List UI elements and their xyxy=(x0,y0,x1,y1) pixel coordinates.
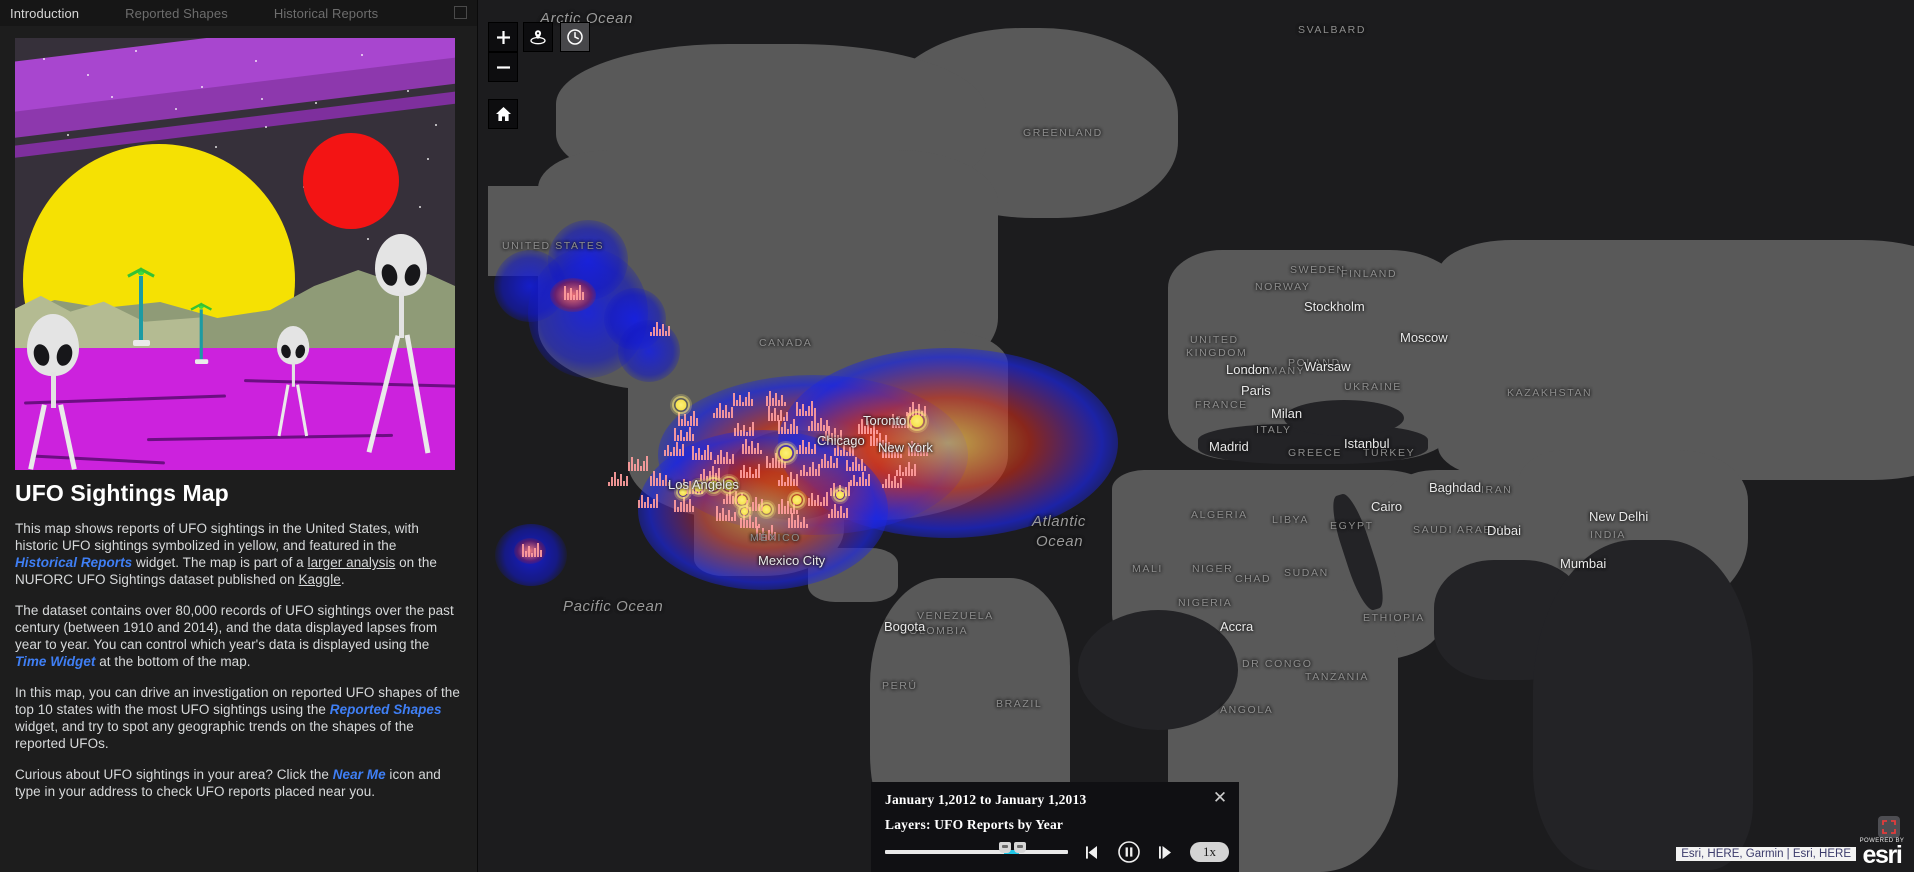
playback-speed-button[interactable]: 1x xyxy=(1190,842,1229,862)
star xyxy=(435,124,437,126)
time-range-label: January 1,2012 to January 1,2013 xyxy=(885,792,1087,807)
sidebar-panel: Introduction Reported Shapes Historical … xyxy=(0,0,478,872)
star xyxy=(361,54,363,56)
paragraph-text: The dataset contains over 80,000 records… xyxy=(15,603,454,652)
paragraph-text: widget. The map is part of a xyxy=(132,555,308,570)
tab-reported-shapes[interactable]: Reported Shapes xyxy=(125,6,228,21)
esri-logo[interactable]: POWERED BY esri xyxy=(1858,838,1906,869)
star xyxy=(265,126,267,128)
attribution-text[interactable]: Esri, HERE, Garmin | Esri, HERE xyxy=(1676,847,1856,861)
home-icon xyxy=(495,107,511,121)
time-controls: 1x xyxy=(885,840,1229,864)
star xyxy=(111,96,113,98)
star xyxy=(367,238,369,240)
minus-icon xyxy=(496,65,510,69)
inline-link[interactable]: Kaggle xyxy=(298,572,340,587)
paragraph-text: . xyxy=(340,572,345,587)
next-button[interactable] xyxy=(1157,845,1174,860)
time-slider-handle-end[interactable] xyxy=(1014,842,1026,853)
basemap-landmasses xyxy=(478,0,1914,872)
star xyxy=(427,158,429,160)
zoom-out-button[interactable] xyxy=(488,52,518,82)
page-title: UFO Sightings Map xyxy=(15,480,229,506)
near-me-button[interactable] xyxy=(523,22,553,52)
play-pause-button[interactable] xyxy=(1117,840,1141,864)
map-canvas[interactable]: Arctic Ocean Pacific Ocean Atlantic Ocean SV… xyxy=(478,0,1914,872)
time-slider-handle-start[interactable] xyxy=(999,842,1012,853)
previous-button[interactable] xyxy=(1084,845,1101,860)
step-forward-icon xyxy=(1159,845,1171,859)
alien-landscape-illustration xyxy=(15,38,455,470)
red-moon xyxy=(303,133,399,229)
star xyxy=(315,102,317,104)
time-slider[interactable] xyxy=(885,842,1068,862)
intro-paragraph: Curious about UFO sightings in your area… xyxy=(15,766,462,800)
star xyxy=(407,90,409,92)
time-widget[interactable]: January 1,2012 to January 1,2013 Layers:… xyxy=(871,782,1239,872)
inline-link[interactable]: Time Widget xyxy=(15,654,95,669)
time-button[interactable] xyxy=(560,22,590,52)
time-layers-label: Layers: UFO Reports by Year xyxy=(885,817,1064,832)
star xyxy=(43,58,45,60)
clock-icon xyxy=(567,29,583,45)
star xyxy=(419,206,421,208)
esri-wordmark: esri xyxy=(1862,841,1903,869)
paragraph-text: widget, and try to spot any geographic t… xyxy=(15,719,414,751)
tab-bar: Introduction Reported Shapes Historical … xyxy=(0,0,477,26)
inline-link[interactable]: Reported Shapes xyxy=(330,702,442,717)
fullscreen-icon[interactable] xyxy=(1878,816,1900,838)
location-pin-icon xyxy=(530,30,546,45)
star xyxy=(135,50,137,52)
panel-collapse-icon[interactable] xyxy=(454,6,467,19)
star xyxy=(87,74,89,76)
paragraph-text: Curious about UFO sightings in your area… xyxy=(15,767,333,782)
star xyxy=(67,134,69,136)
ufo-sightings-app: Introduction Reported Shapes Historical … xyxy=(0,0,1914,872)
tab-historical-reports[interactable]: Historical Reports xyxy=(274,6,378,21)
intro-paragraph: The dataset contains over 80,000 records… xyxy=(15,602,462,670)
step-backward-icon xyxy=(1086,845,1097,859)
plus-icon xyxy=(496,30,510,44)
inline-link[interactable]: Historical Reports xyxy=(15,555,132,570)
paragraph-text: This map shows reports of UFO sightings … xyxy=(15,521,419,553)
home-button[interactable] xyxy=(488,99,518,129)
star xyxy=(255,60,257,62)
intro-paragraph: This map shows reports of UFO sightings … xyxy=(15,520,462,588)
inline-link[interactable]: Near Me xyxy=(333,767,386,782)
star xyxy=(201,86,203,88)
star xyxy=(261,98,263,100)
pause-icon xyxy=(1118,841,1140,863)
tab-introduction[interactable]: Introduction xyxy=(10,6,79,21)
intro-paragraph: In this map, you can drive an investigat… xyxy=(15,684,462,752)
time-slider-track xyxy=(885,850,1068,854)
close-icon[interactable]: ✕ xyxy=(1212,789,1228,806)
inline-link[interactable]: larger analysis xyxy=(308,555,396,570)
intro-paragraphs: This map shows reports of UFO sightings … xyxy=(15,520,462,800)
zoom-in-button[interactable] xyxy=(488,22,518,52)
star xyxy=(175,108,177,110)
sidebar-content: UFO Sightings Map This map shows reports… xyxy=(0,26,477,800)
paragraph-text: at the bottom of the map. xyxy=(95,654,251,669)
star xyxy=(215,146,217,148)
